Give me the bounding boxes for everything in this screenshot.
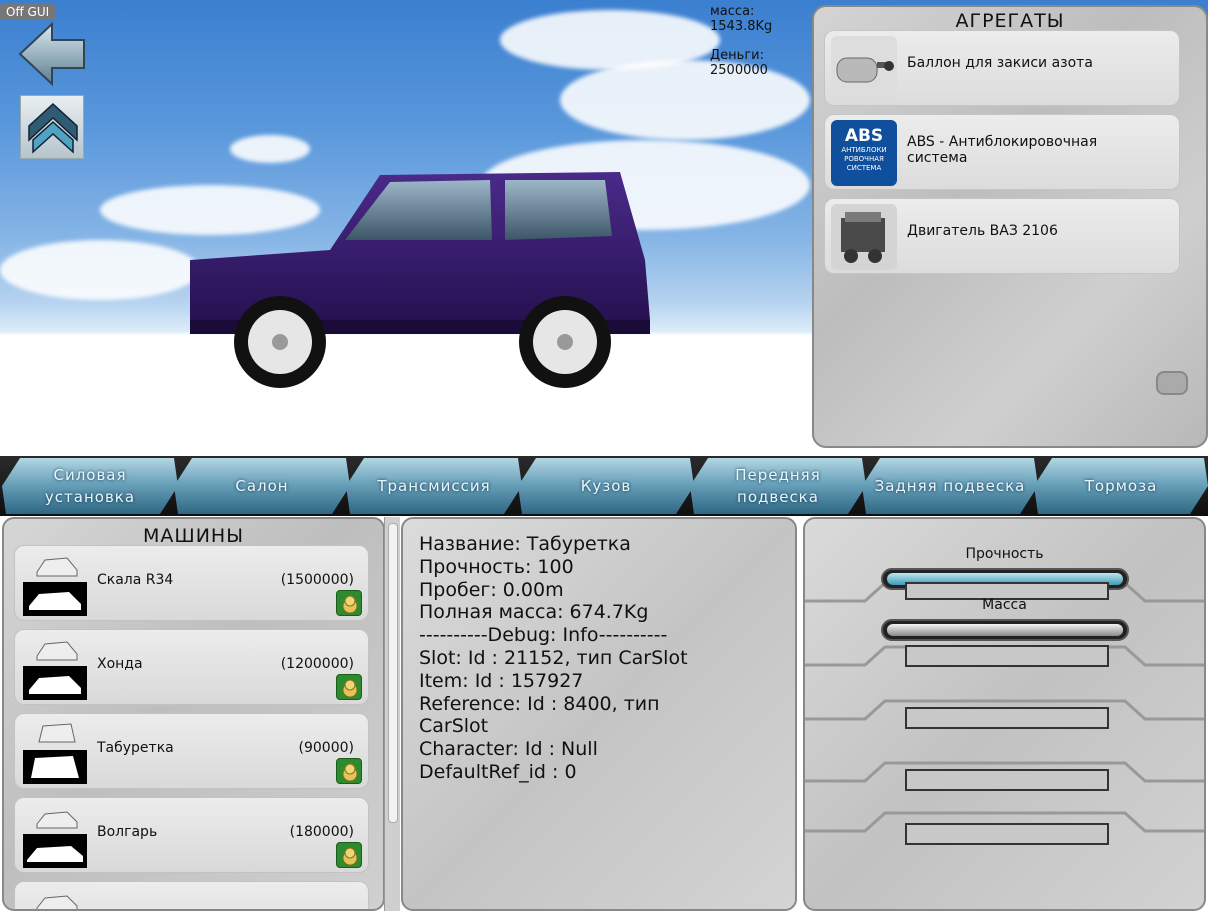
aggregate-label: Баллон для закиси азота: [907, 55, 1093, 71]
hud-stats: масса: 1543.8Kg Деньги: 2500000: [710, 4, 772, 78]
info-line: Полная масса: 674.7Kg: [419, 601, 649, 624]
info-line: CarSlot: [419, 715, 489, 738]
info-line: Пробег: 0.00m: [419, 578, 564, 601]
chevron-up-icon: [28, 102, 78, 154]
car-price: (1500000): [280, 572, 354, 588]
car-model: [190, 172, 650, 388]
money-value: 2500000: [710, 63, 768, 78]
car-name: Хонда: [97, 656, 143, 672]
car-list-item[interactable]: [14, 881, 369, 909]
car-name: Скала R34: [97, 572, 174, 588]
info-line: DefaultRef_id : 0: [419, 760, 577, 783]
slot-box: [905, 645, 1109, 667]
info-line: Прочность: 100: [419, 555, 574, 578]
slot-box: [905, 707, 1109, 729]
cars-title: МАШИНЫ: [143, 525, 244, 547]
nitrous-tank-icon: [831, 36, 897, 102]
back-arrow-icon: [18, 21, 85, 87]
cars-panel: МАШИНЫ Скала R34 (1500000) Хонда (120000…: [2, 517, 385, 911]
tab-interior[interactable]: Салон: [174, 458, 350, 514]
aggregate-label: Двигатель ВАЗ 2106: [907, 223, 1058, 239]
aggregates-scroll-handle[interactable]: [1156, 371, 1188, 395]
info-line: Название: Табуретка: [419, 533, 631, 555]
aggregate-item-engine[interactable]: Двигатель ВАЗ 2106: [824, 198, 1180, 274]
mass-bar-label: Масса: [982, 597, 1027, 613]
info-line: Character: Id : Null: [419, 738, 598, 761]
info-line: Item: Id : 157927: [419, 669, 584, 692]
abs-icon: ABS АНТИБЛОКИ РОВОЧНАЯ СИСТЕМА: [831, 120, 897, 186]
coin-icon[interactable]: [336, 842, 362, 868]
car-name: Волгарь: [97, 824, 158, 840]
aggregate-label: ABS - Антиблокировочная система: [907, 134, 1098, 166]
car-thumbnail: [23, 550, 87, 618]
car-info-panel: Название: Табуретка Прочность: 100 Пробе…: [401, 517, 797, 911]
info-line: Slot: Id : 21152, тип CarSlot: [419, 646, 688, 669]
tab-rear-suspension[interactable]: Задняя подвеска: [862, 458, 1038, 514]
car-thumbnail: [23, 802, 87, 870]
coin-icon[interactable]: [336, 674, 362, 700]
mass-bar-fill: [887, 624, 1123, 636]
coin-icon[interactable]: [336, 758, 362, 784]
tab-transmission[interactable]: Трансмиссия: [346, 458, 522, 514]
tab-front-suspension[interactable]: Передняя подвеска: [690, 458, 866, 514]
engine-icon: [831, 204, 897, 270]
cloud: [560, 60, 810, 140]
info-line: ----------Debug: Info----------: [419, 624, 668, 647]
category-tabs: Силовая установка Салон Трансмиссия Кузов…: [0, 456, 1208, 516]
car-thumbnail: [23, 634, 87, 702]
cars-scrollbar[interactable]: [384, 517, 400, 911]
tab-power-unit[interactable]: Силовая установка: [2, 458, 178, 514]
scrollbar-thumb[interactable]: [388, 523, 398, 823]
durability-label: Прочность: [965, 546, 1044, 562]
mass-label: масса:: [710, 4, 755, 19]
mass-value: 1543.8Kg: [710, 19, 773, 34]
car-thumbnail: [23, 886, 87, 909]
aggregates-panel: АГРЕГАТЫ Баллон для закиси азота ABS АНТ…: [812, 5, 1208, 448]
money-label: Деньги:: [710, 48, 764, 63]
coin-icon[interactable]: [336, 590, 362, 616]
cloud: [0, 240, 200, 300]
back-button[interactable]: [18, 21, 86, 87]
tab-body[interactable]: Кузов: [518, 458, 694, 514]
car-list-item[interactable]: Хонда (1200000): [14, 629, 369, 705]
aggregates-title: АГРЕГАТЫ: [955, 10, 1065, 32]
stats-bars-panel: Прочность Масса: [803, 517, 1206, 911]
aggregate-item-nitrous[interactable]: Баллон для закиси азота: [824, 30, 1180, 106]
car-list-item[interactable]: Табуретка (90000): [14, 713, 369, 789]
aggregate-item-abs[interactable]: ABS АНТИБЛОКИ РОВОЧНАЯ СИСТЕМА ABS - Ант…: [824, 114, 1180, 190]
car-price: (1200000): [280, 656, 354, 672]
car-name: Табуретка: [97, 740, 174, 756]
slot-box: [905, 769, 1109, 791]
info-line: Reference: Id : 8400, тип: [419, 692, 660, 715]
cloud: [230, 135, 310, 163]
car-list-item[interactable]: Скала R34 (1500000): [14, 545, 369, 621]
car-thumbnail: [23, 718, 87, 786]
slot-box: [905, 823, 1109, 845]
level-up-button[interactable]: [20, 95, 84, 159]
off-gui-button[interactable]: Off GUI: [0, 4, 56, 20]
mass-bar: [881, 619, 1129, 641]
car-price: (180000): [289, 824, 354, 840]
car-price: (90000): [298, 740, 354, 756]
car-list-item[interactable]: Волгарь (180000): [14, 797, 369, 873]
tab-brakes[interactable]: Тормоза: [1034, 458, 1208, 514]
